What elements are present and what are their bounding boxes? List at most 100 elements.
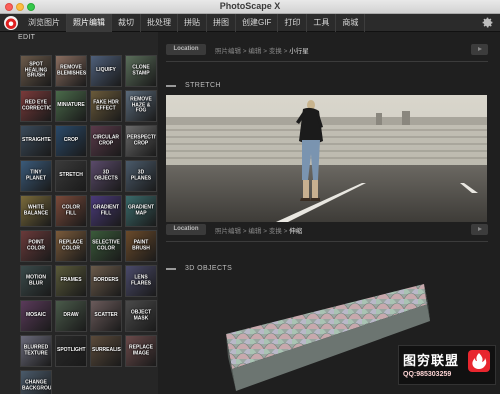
app-window: PhotoScape X 浏览图片 照片编辑 裁切 批处理 拼贴 拼图 创建GI… bbox=[0, 0, 500, 394]
app-logo-icon[interactable] bbox=[4, 15, 18, 30]
tool-label: CIRCULAR CROP bbox=[92, 134, 120, 146]
section-heading-3d-objects: 3D OBJECTS bbox=[185, 265, 233, 272]
gear-icon[interactable] bbox=[481, 16, 494, 29]
tab-batch[interactable]: 批处理 bbox=[141, 13, 178, 32]
section-dash bbox=[166, 85, 176, 87]
breadcrumb-path: 照片编辑 > 编辑 > 变换 > bbox=[215, 47, 290, 55]
tool-3d-planes[interactable]: 3D PLANES bbox=[125, 160, 157, 192]
window-title: PhotoScape X bbox=[219, 1, 281, 11]
tool-label: GRADIENT FILL bbox=[92, 204, 120, 216]
tool-object-mask[interactable]: OBJECT MASK bbox=[125, 300, 157, 332]
tool-frames[interactable]: FRAMES bbox=[55, 265, 87, 297]
location-bar: Location 照片编辑 > 编辑 > 变换 > 伸缩 bbox=[166, 223, 488, 236]
tool-red-eye-correction[interactable]: RED EYE CORRECTION bbox=[20, 90, 52, 122]
tool-label: SPOT HEALING BRUSH bbox=[24, 61, 48, 79]
title-bar: PhotoScape X bbox=[0, 0, 500, 14]
tool-lens-flares[interactable]: LENS FLARES bbox=[125, 265, 157, 297]
tool-gradient-fill[interactable]: GRADIENT FILL bbox=[90, 195, 122, 227]
play-icon[interactable] bbox=[471, 224, 488, 235]
breadcrumb-path: 照片编辑 > 编辑 > 变换 > bbox=[215, 227, 290, 235]
tool-tiny-planet[interactable]: TINY PLANET bbox=[20, 160, 52, 192]
tool-clone-stamp[interactable]: CLONE STAMP bbox=[125, 55, 157, 87]
location-bar: Location 照片编辑 > 编辑 > 变换 > 小行星 bbox=[166, 43, 488, 56]
watermark-badge: 图穷联盟 QQ:985303259 bbox=[398, 345, 496, 385]
divider bbox=[166, 241, 488, 242]
tool-point-color[interactable]: POINT COLOR bbox=[20, 230, 52, 262]
tool-miniature[interactable]: MINIATURE bbox=[55, 90, 87, 122]
location-button[interactable]: Location bbox=[166, 44, 206, 55]
tool-straighten[interactable]: STRAIGHTEN bbox=[20, 125, 52, 157]
location-button[interactable]: Location bbox=[166, 224, 206, 235]
tool-draw[interactable]: DRAW bbox=[55, 300, 87, 332]
tool-paint-brush[interactable]: PAINT BRUSH bbox=[125, 230, 157, 262]
tool-color-fill[interactable]: COLOR FILL bbox=[55, 195, 87, 227]
tool-label: MOTION BLUR bbox=[26, 274, 46, 286]
tab-editor[interactable]: 照片编辑 bbox=[67, 13, 112, 32]
breadcrumb: 照片编辑 > 编辑 > 变换 > 伸缩 bbox=[215, 225, 302, 235]
tool-label: BORDERS bbox=[93, 277, 119, 284]
tool-label: COLOR FILL bbox=[61, 204, 81, 216]
tool-white-balance[interactable]: WHITE BALANCE bbox=[20, 195, 52, 227]
tool-selective-color[interactable]: SELECTIVE COLOR bbox=[90, 230, 122, 262]
tool-blurred-texture[interactable]: BLURRED TEXTURE bbox=[20, 335, 52, 367]
tab-tools[interactable]: 工具 bbox=[307, 13, 337, 32]
main-menu-bar: 浏览图片 照片编辑 裁切 批处理 拼贴 拼图 创建GIF 打印 工具 商城 bbox=[0, 13, 500, 32]
tool-surrealistic[interactable]: SURREALISTIC bbox=[90, 335, 122, 367]
tool-liquify[interactable]: LIQUIFY bbox=[90, 55, 122, 87]
tool-scatter[interactable]: SCATTER bbox=[90, 300, 122, 332]
tool-circular-crop[interactable]: CIRCULAR CROP bbox=[90, 125, 122, 157]
stretch-preview-image bbox=[166, 95, 487, 222]
tab-store[interactable]: 商城 bbox=[336, 13, 366, 32]
play-icon[interactable] bbox=[471, 44, 488, 55]
tab-viewer[interactable]: 浏览图片 bbox=[22, 13, 67, 32]
tool-mosaic[interactable]: MOSAIC bbox=[20, 300, 52, 332]
breadcrumb-current: 伸缩 bbox=[289, 227, 303, 235]
main-content: Location 照片编辑 > 编辑 > 变换 > 小行星 STRETCH Lo… bbox=[158, 32, 500, 394]
tool-label: CLONE STAMP bbox=[132, 64, 150, 76]
tool-fake-hdr-effect[interactable]: FAKE HDR EFFECT bbox=[90, 90, 122, 122]
tool-replace-image[interactable]: REPLACE IMAGE bbox=[125, 335, 157, 367]
tool-label: FAKE HDR EFFECT bbox=[93, 99, 119, 111]
tool-label: BLURRED TEXTURE bbox=[23, 344, 49, 356]
tool-label: 3D PLANES bbox=[130, 169, 152, 181]
breadcrumb: 照片编辑 > 编辑 > 变换 > 小行星 bbox=[215, 45, 309, 55]
tool-remove-blemishes[interactable]: REMOVE BLEMISHES bbox=[55, 55, 87, 87]
tool-3d-objects[interactable]: 3D OBJECTS bbox=[90, 160, 122, 192]
tool-change-background[interactable]: CHANGE BACKGROUND bbox=[20, 370, 52, 394]
tool-perspective-crop[interactable]: PERSPECTIVE CROP bbox=[125, 125, 157, 157]
tool-borders[interactable]: BORDERS bbox=[90, 265, 122, 297]
watermark-title: 图穷联盟 bbox=[403, 353, 460, 368]
tool-stretch[interactable]: STRETCH bbox=[55, 160, 87, 192]
tool-motion-blur[interactable]: MOTION BLUR bbox=[20, 265, 52, 297]
tool-label: LENS FLARES bbox=[131, 274, 151, 286]
flame-badge-icon bbox=[468, 350, 490, 372]
tool-spot-healing-brush[interactable]: SPOT HEALING BRUSH bbox=[20, 55, 52, 87]
tool-label: STRETCH bbox=[59, 172, 83, 179]
tool-crop[interactable]: CROP bbox=[55, 125, 87, 157]
tool-replace-color[interactable]: REPLACE COLOR bbox=[55, 230, 87, 262]
tab-create-gif[interactable]: 创建GIF bbox=[236, 13, 279, 32]
tool-label: MINIATURE bbox=[57, 102, 85, 109]
section-heading-stretch: STRETCH bbox=[185, 82, 221, 89]
tool-gradient-map[interactable]: GRADIENT MAP bbox=[125, 195, 157, 227]
tool-label: POINT COLOR bbox=[26, 239, 46, 251]
tool-label: CROP bbox=[63, 137, 79, 144]
edit-sidebar: EDIT SPOT HEALING BRUSH REMOVE BLEMISHES L… bbox=[0, 32, 158, 394]
tool-spotlight[interactable]: SPOTLIGHT bbox=[55, 335, 87, 367]
tool-label: RED EYE CORRECTION bbox=[22, 99, 52, 111]
tool-label: REPLACE IMAGE bbox=[129, 344, 153, 356]
tab-combine[interactable]: 拼图 bbox=[207, 13, 236, 32]
tab-cut-out[interactable]: 裁切 bbox=[112, 13, 141, 32]
tool-label: SELECTIVE COLOR bbox=[92, 239, 120, 251]
section-dash bbox=[166, 268, 176, 270]
tool-remove-haze-fog[interactable]: REMOVE HAZE & FOG bbox=[125, 90, 157, 122]
tool-label: OBJECT MASK bbox=[130, 309, 152, 321]
tool-label: SCATTER bbox=[94, 312, 118, 319]
tab-print[interactable]: 打印 bbox=[278, 13, 308, 32]
tool-label: PERSPECTIVE CROP bbox=[127, 134, 156, 146]
tool-label: WHITE BALANCE bbox=[23, 204, 49, 216]
tab-collage[interactable]: 拼贴 bbox=[178, 13, 207, 32]
tool-label: STRAIGHTEN bbox=[22, 137, 52, 144]
tool-label: REMOVE HAZE & FOG bbox=[130, 96, 152, 114]
tool-label: FRAMES bbox=[60, 277, 82, 284]
